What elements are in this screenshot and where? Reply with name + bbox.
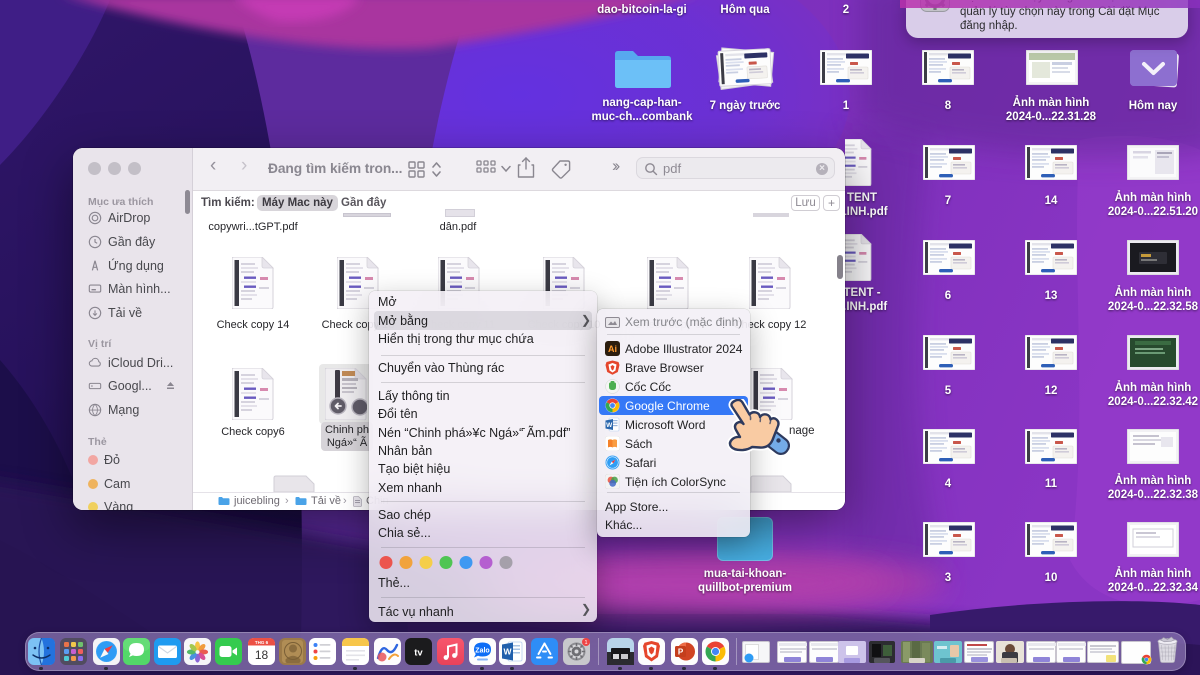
svg-text:THG 6: THG 6 <box>254 640 268 645</box>
svg-text:18: 18 <box>254 648 268 662</box>
svg-text:1: 1 <box>584 640 587 646</box>
svg-text:Zalo: Zalo <box>475 648 489 655</box>
svg-text:W: W <box>503 647 512 657</box>
svg-text:Ai: Ai <box>608 344 617 354</box>
svg-text:P: P <box>677 648 683 657</box>
svg-text:W: W <box>606 422 613 429</box>
svg-text:tv: tv <box>414 648 423 659</box>
